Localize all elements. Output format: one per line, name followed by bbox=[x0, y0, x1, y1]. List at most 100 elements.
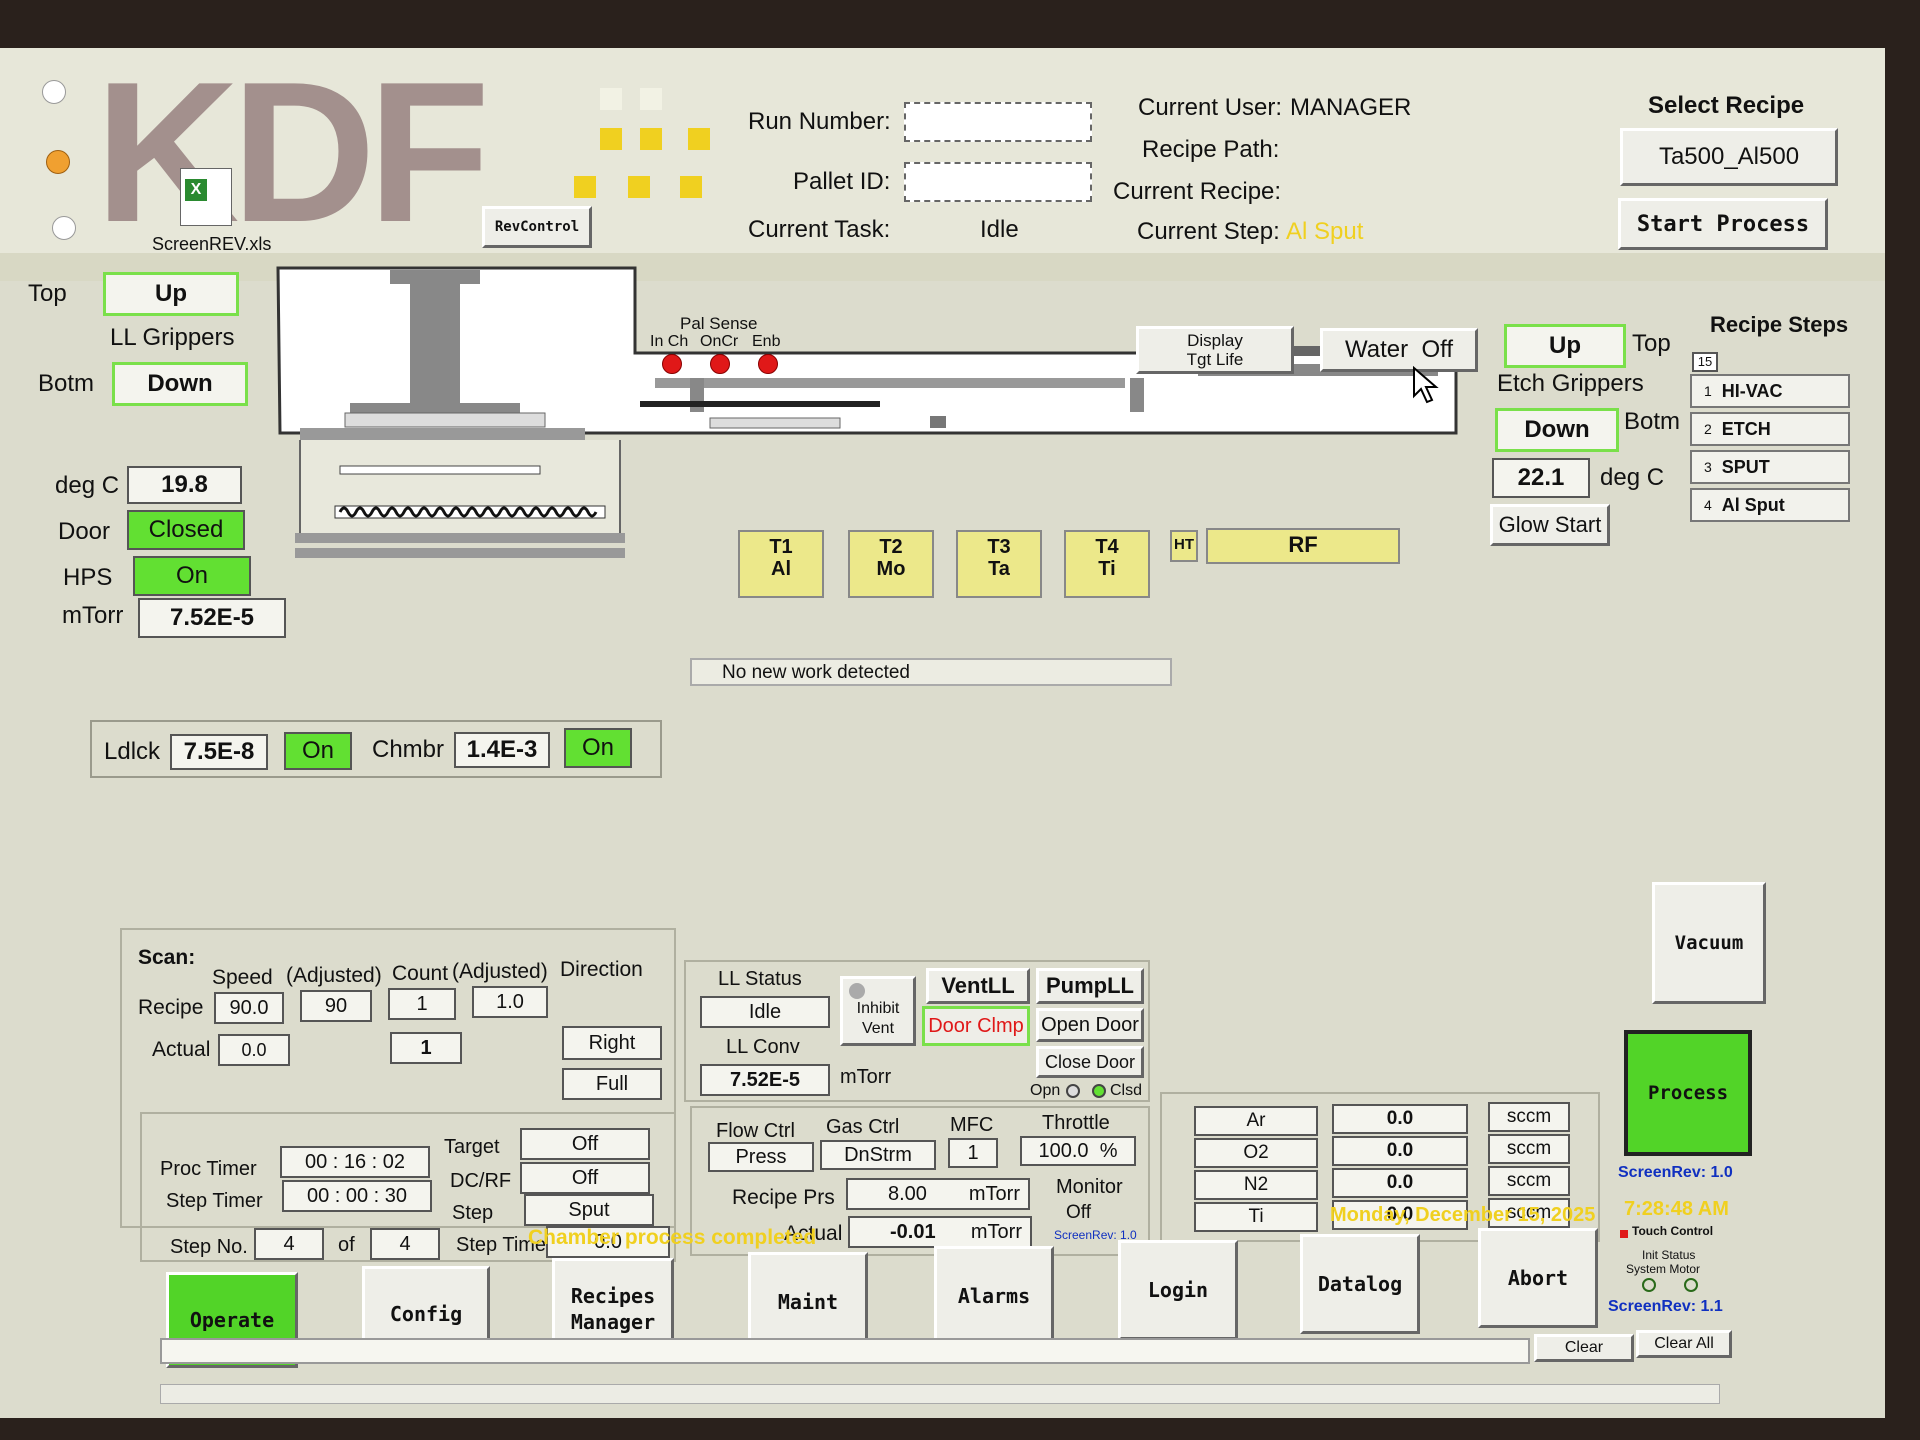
etch-top-label: Top bbox=[1632, 330, 1671, 357]
flow-ctrl-value[interactable]: Press bbox=[708, 1142, 814, 1172]
gas-ar-value: 0.0 bbox=[1332, 1104, 1468, 1134]
clear-button[interactable]: Clear bbox=[1534, 1334, 1634, 1362]
login-button[interactable]: Login bbox=[1118, 1240, 1238, 1340]
init-status-label: Init Status bbox=[1642, 1248, 1696, 1262]
etch-up-button[interactable]: Up bbox=[1504, 324, 1626, 368]
etch-down-button[interactable]: Down bbox=[1495, 408, 1619, 452]
system-motor-light bbox=[1684, 1278, 1698, 1292]
scan-recipe-speed[interactable]: 90.0 bbox=[214, 992, 284, 1024]
scan-recipe-count[interactable]: 1 bbox=[388, 988, 456, 1020]
rf-indicator: RF bbox=[1206, 528, 1400, 564]
recipe-step-1[interactable]: 1 HI-VAC bbox=[1690, 374, 1850, 408]
recipe-path-label: Recipe Path: bbox=[1142, 136, 1280, 163]
gas-ctrl-value[interactable]: DnStrm bbox=[820, 1140, 936, 1170]
scrollbar[interactable] bbox=[160, 1384, 1720, 1404]
opn-indicator bbox=[1066, 1084, 1080, 1098]
select-recipe-label: Select Recipe bbox=[1648, 92, 1805, 119]
step-label: Step bbox=[452, 1202, 494, 1224]
dcrf-value: Off bbox=[520, 1162, 650, 1194]
water-toggle-button[interactable]: Water Off bbox=[1320, 328, 1478, 372]
current-recipe-label: Current Recipe: bbox=[1113, 178, 1282, 205]
ll-base-lower-2 bbox=[295, 548, 625, 558]
open-door-button[interactable]: Open Door bbox=[1036, 1008, 1144, 1042]
file-icon[interactable]: X bbox=[180, 168, 232, 226]
touch-control-label: Touch Control bbox=[1632, 1224, 1714, 1238]
scan-direction-value[interactable]: Right bbox=[562, 1026, 662, 1060]
clsd-indicator bbox=[1092, 1084, 1106, 1098]
scan-actual-count: 1 bbox=[390, 1032, 462, 1064]
close-door-button[interactable]: Close Door bbox=[1036, 1046, 1144, 1078]
glow-start-button[interactable]: Glow Start bbox=[1490, 504, 1610, 546]
proc-timer-value: 00 : 16 : 02 bbox=[280, 1146, 430, 1178]
gas-o2-unit: sccm bbox=[1488, 1134, 1570, 1164]
gas-o2-name: O2 bbox=[1194, 1138, 1318, 1168]
vent-ll-button[interactable]: VentLL bbox=[926, 968, 1030, 1004]
process-button[interactable]: Process bbox=[1624, 1030, 1752, 1156]
ll-lower-shelf bbox=[339, 465, 541, 475]
gas-ctrl-label: Gas Ctrl bbox=[826, 1116, 900, 1138]
etch-degc-label: deg C bbox=[1600, 464, 1665, 491]
start-process-button[interactable]: Start Process bbox=[1618, 198, 1828, 250]
gas-ar-unit: sccm bbox=[1488, 1102, 1570, 1132]
proc-timer-label: Proc Timer bbox=[160, 1158, 257, 1180]
datalog-button[interactable]: Datalog bbox=[1300, 1234, 1420, 1334]
select-recipe-button[interactable]: Ta500_Al500 bbox=[1620, 128, 1838, 186]
mfc-value[interactable]: 1 bbox=[948, 1138, 998, 1168]
ldlck-value: 7.5E-8 bbox=[170, 734, 268, 770]
recipe-step-4[interactable]: 4 Al Sput bbox=[1690, 488, 1850, 522]
chmbr-value: 1.4E-3 bbox=[454, 732, 550, 768]
ldlck-state[interactable]: On bbox=[284, 732, 352, 770]
recipe-step-3[interactable]: 3 SPUT bbox=[1690, 450, 1850, 484]
rev-control-button[interactable]: RevControl bbox=[482, 206, 592, 248]
pallet-id-field[interactable] bbox=[904, 162, 1092, 202]
ll-conv-unit: mTorr bbox=[840, 1066, 892, 1088]
etch-grippers-label: Etch Grippers bbox=[1497, 370, 1644, 397]
sense-enb-light bbox=[758, 354, 778, 374]
door-clamp-button[interactable]: Door Clmp bbox=[922, 1006, 1030, 1046]
abort-button[interactable]: Abort bbox=[1478, 1228, 1598, 1328]
ll-status-title: LL Status bbox=[718, 968, 802, 990]
current-task-label: Current Task: bbox=[748, 216, 891, 243]
clock-date: Monday, December 15, 2025 bbox=[1330, 1204, 1596, 1226]
opn-label: Opn bbox=[1030, 1082, 1061, 1099]
header-bar: KDF X ScreenREV.xls RevControl Run Numbe… bbox=[0, 48, 1885, 264]
target-t3[interactable]: T3 Ta bbox=[956, 530, 1042, 598]
ll-down-button[interactable]: Down bbox=[112, 362, 248, 406]
target-t4[interactable]: T4 Ti bbox=[1064, 530, 1150, 598]
step-of-label: of bbox=[338, 1234, 355, 1256]
ll-botm-label: Botm bbox=[38, 370, 95, 397]
status-light-white-2 bbox=[52, 216, 76, 240]
chmbr-state[interactable]: On bbox=[564, 728, 632, 768]
alarms-button[interactable]: Alarms bbox=[934, 1246, 1054, 1346]
screen-rev-top: ScreenRev: 1.0 bbox=[1618, 1164, 1733, 1181]
sense-in-ch-light bbox=[662, 354, 682, 374]
ll-hps-value: On bbox=[133, 556, 251, 596]
display-tgt-life-button[interactable]: Display Tgt Life bbox=[1136, 326, 1294, 374]
ll-pallet-top bbox=[344, 412, 546, 428]
kdf-control-screen: KDF X ScreenREV.xls RevControl Run Numbe… bbox=[0, 48, 1885, 1418]
pallet-id-label: Pallet ID: bbox=[793, 168, 891, 195]
current-task-value: Idle bbox=[980, 216, 1019, 243]
gas-ar-name: Ar bbox=[1194, 1106, 1318, 1136]
run-number-field[interactable] bbox=[904, 102, 1092, 142]
mouse-cursor-icon bbox=[1413, 366, 1439, 404]
touch-control-indicator bbox=[1620, 1230, 1628, 1238]
gas-n2-name: N2 bbox=[1194, 1170, 1318, 1200]
target-t1[interactable]: T1 Al bbox=[738, 530, 824, 598]
pump-ll-button[interactable]: PumpLL bbox=[1036, 968, 1144, 1004]
run-number-label: Run Number: bbox=[748, 108, 891, 135]
ll-base-lower-1 bbox=[295, 533, 625, 543]
ll-up-button[interactable]: Up bbox=[103, 272, 239, 316]
step-timer-value: 00 : 00 : 30 bbox=[282, 1180, 432, 1212]
scan-mode[interactable]: Full bbox=[562, 1068, 662, 1100]
target-t2[interactable]: T2 Mo bbox=[848, 530, 934, 598]
file-icon-label[interactable]: ScreenREV.xls bbox=[152, 234, 271, 255]
maint-button[interactable]: Maint bbox=[748, 1252, 868, 1352]
inhibit-vent-button[interactable]: Inhibit Vent bbox=[840, 976, 916, 1046]
monitor-value: Off bbox=[1066, 1202, 1091, 1223]
recipe-steps-count: 15 bbox=[1692, 352, 1718, 372]
clear-all-button[interactable]: Clear All bbox=[1636, 1330, 1732, 1358]
vacuum-button[interactable]: Vacuum bbox=[1652, 882, 1766, 1004]
ll-mtorr-label: mTorr bbox=[62, 602, 124, 629]
recipe-step-2[interactable]: 2 ETCH bbox=[1690, 412, 1850, 446]
